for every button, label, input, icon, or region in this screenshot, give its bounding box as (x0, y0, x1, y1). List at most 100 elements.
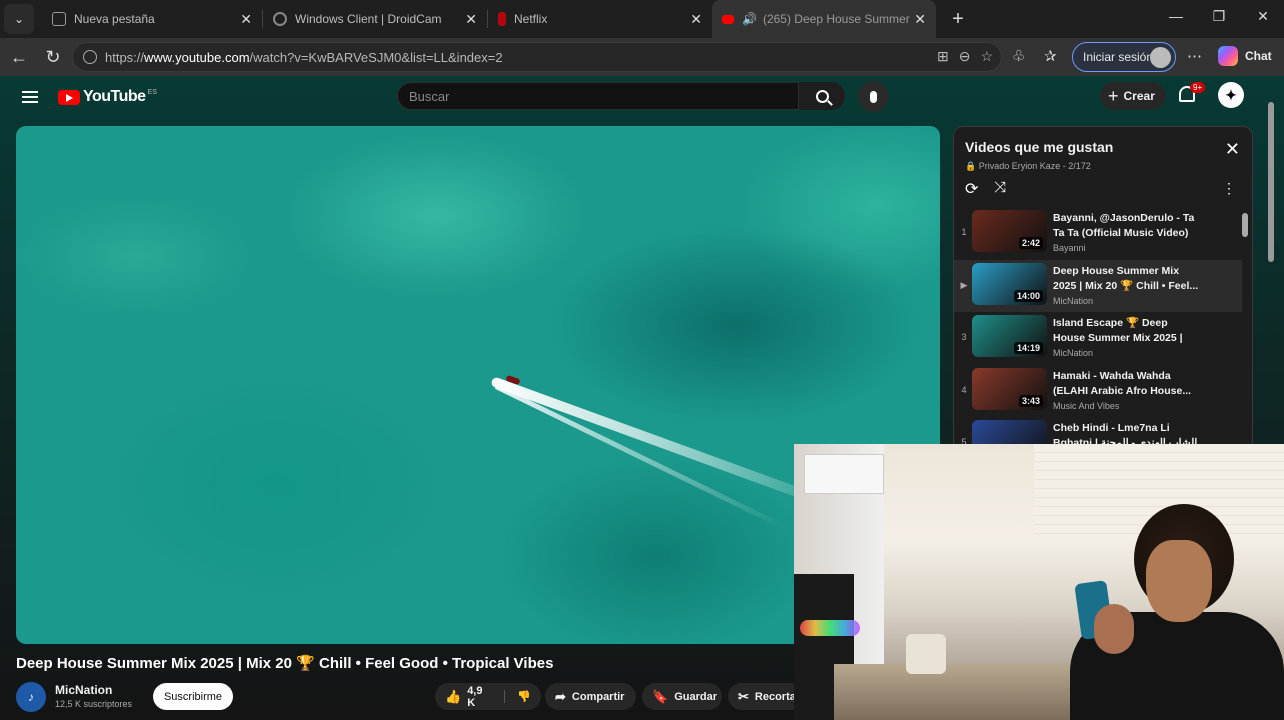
browser-essentials-icon[interactable]: ♧ (1012, 47, 1025, 65)
logo-country: ES (147, 88, 157, 96)
playlist-video-title[interactable]: Deep House Summer Mix 2025 | Mix 20 🏆 Ch… (1053, 264, 1201, 294)
save-button[interactable]: 🔖 Guardar (642, 683, 722, 710)
more-options-icon[interactable]: ⋯ (1187, 47, 1202, 65)
search-input[interactable]: Buscar (397, 82, 799, 110)
playlist-video-title[interactable]: Island Escape 🏆 Deep House Summer Mix 20… (1053, 316, 1201, 346)
loop-icon[interactable]: ⟳ (965, 179, 978, 199)
create-button[interactable]: + Crear (1100, 82, 1166, 110)
tab-droidcam[interactable]: Windows Client | DroidCam ✕ (263, 0, 487, 38)
tab-title: (265) Deep House Summer Mi (762, 12, 913, 26)
browser-tab-strip: ⌄ Nueva pestaña ✕ Windows Client | Droid… (0, 0, 1284, 38)
playlist-index: 4 (961, 384, 967, 395)
rgb-light (800, 620, 860, 636)
page-icon (52, 12, 66, 26)
netflix-icon (498, 12, 506, 26)
playlist-panel: Videos que me gustan 🔒 Privado Eryion Ka… (953, 126, 1253, 446)
address-bar[interactable]: https://www.youtube.com/watch?v=KwBARVeS… (72, 42, 1002, 72)
voice-search-button[interactable] (858, 81, 889, 112)
chevron-down-icon: ⌄ (13, 12, 25, 26)
shuffle-icon[interactable]: ⤨ (994, 179, 1006, 196)
thumbs-down-icon[interactable]: 👎 (504, 690, 531, 703)
person-face (1146, 540, 1212, 622)
like-button[interactable]: 👍 4,9 K 👎 (435, 683, 541, 710)
playlist-item[interactable]: 5 Cheb Hindi - Lme7na Li Bghatni | الشاب … (954, 417, 1242, 445)
playlist-item[interactable]: 3 14:19 Island Escape 🏆 Deep House Summer … (954, 312, 1242, 365)
playlist-title[interactable]: Videos que me gustan (965, 139, 1113, 155)
mug (906, 634, 946, 674)
save-label: Guardar (674, 690, 717, 703)
app-available-icon[interactable]: ⊞ (937, 48, 949, 65)
playlist-scrollbar[interactable] (1242, 213, 1248, 237)
playlist-meta-text: Privado Eryion Kaze - 2/172 (978, 161, 1091, 171)
playlist-video-title[interactable]: Hamaki - Wahda Wahda (ELAHI Arabic Afro … (1053, 369, 1201, 399)
site-info-icon[interactable] (83, 50, 97, 64)
channel-name[interactable]: MicNation (55, 683, 112, 697)
window-close-button[interactable]: ✕ (1251, 8, 1275, 25)
playlist-index: 3 (961, 332, 967, 342)
video-thumbnail[interactable] (972, 420, 1047, 445)
video-thumbnail[interactable]: 2:42 (972, 210, 1047, 252)
playlist-index: ▶ (960, 279, 968, 290)
video-duration: 2:42 (1018, 237, 1043, 249)
bookmark-icon: 🔖 (652, 688, 669, 704)
minimize-button[interactable]: — (1164, 8, 1188, 24)
share-button[interactable]: ➦ Compartir (545, 683, 636, 710)
tab-youtube[interactable]: 🔊 (265) Deep House Summer Mi ✕ (712, 0, 936, 38)
droidcam-icon (273, 12, 287, 26)
video-duration: 14:19 (1013, 342, 1043, 354)
playlist-video-channel[interactable]: MicNation (1053, 296, 1093, 306)
favorite-star-icon[interactable]: ☆ (980, 48, 993, 65)
playlist-video-title[interactable]: Cheb Hindi - Lme7na Li Bghatni | الشاب ا… (1053, 421, 1201, 445)
notification-badge: 9+ (1190, 82, 1206, 93)
share-label: Compartir (571, 690, 625, 703)
playlist-video-channel[interactable]: Bayanni (1053, 243, 1086, 253)
playlist-video-title[interactable]: Bayanni, @JasonDerulo - Ta Ta Ta (Offici… (1053, 211, 1201, 241)
reload-button[interactable]: ↻ (36, 47, 70, 68)
like-count: 4,9 K (467, 684, 483, 709)
tab-actions-menu-button[interactable]: ⌄ (4, 4, 34, 34)
boat-wake-secondary (494, 384, 785, 530)
restore-button[interactable]: ❐ (1207, 8, 1231, 25)
close-icon[interactable]: ✕ (914, 11, 926, 28)
url-host: www.youtube.com (144, 49, 250, 65)
tab-new-tab[interactable]: Nueva pestaña ✕ (42, 0, 262, 38)
copilot-chat-button[interactable]: Chat (1218, 46, 1272, 66)
speaker-icon[interactable]: 🔊 (742, 12, 757, 26)
page-scrollbar[interactable] (1268, 84, 1276, 274)
video-title: Deep House Summer Mix 2025 | Mix 20 🏆 Ch… (16, 655, 554, 672)
plus-icon: + (1108, 85, 1119, 106)
address-bar-actions: ⊞ ⊖ ☆ (937, 48, 993, 65)
tab-netflix[interactable]: Netflix ✕ (488, 0, 712, 38)
playlist-item[interactable]: 4 3:43 Hamaki - Wahda Wahda (ELAHI Arabic … (954, 365, 1242, 418)
close-icon[interactable]: ✕ (465, 11, 477, 28)
logo-text: YouTube (83, 88, 146, 105)
close-icon[interactable]: ✕ (240, 11, 252, 28)
zoom-icon[interactable]: ⊖ (959, 48, 971, 65)
video-thumbnail[interactable]: 3:43 (972, 367, 1047, 410)
close-icon[interactable]: ✕ (1225, 139, 1240, 160)
hamburger-menu-icon[interactable] (22, 88, 38, 106)
signin-button[interactable]: Iniciar sesión (1072, 42, 1176, 72)
playlist-meta: 🔒 Privado Eryion Kaze - 2/172 (965, 161, 1091, 171)
youtube-icon (722, 14, 734, 24)
playlist-item[interactable]: ▶ 14:00 Deep House Summer Mix 2025 | Mix 2… (954, 259, 1242, 312)
thumbs-up-icon: 👍 (445, 688, 462, 704)
playlist-video-channel[interactable]: Music And Vibes (1053, 401, 1119, 411)
search-button[interactable] (799, 82, 845, 110)
close-icon[interactable]: ✕ (690, 11, 702, 28)
account-avatar[interactable]: ✦ (1218, 82, 1244, 108)
playlist-item[interactable]: 1 2:42 Bayanni, @JasonDerulo - Ta Ta Ta (O… (954, 207, 1242, 260)
new-tab-button[interactable]: + (946, 8, 970, 31)
clip-label: Recorta (754, 690, 796, 703)
back-button[interactable]: ← (2, 47, 36, 68)
channel-avatar[interactable]: ♪ (16, 682, 46, 712)
video-thumbnail[interactable]: 14:19 (972, 315, 1047, 357)
favorites-icon[interactable]: ✰ (1044, 47, 1057, 65)
more-vert-icon[interactable]: ⋮ (1222, 180, 1236, 197)
playlist-video-channel[interactable]: MicNation (1053, 348, 1093, 358)
video-thumbnail[interactable]: 14:00 (972, 262, 1047, 305)
subscribe-button[interactable]: Suscribirme (153, 683, 233, 710)
copilot-icon (1218, 46, 1238, 66)
youtube-logo[interactable]: YouTube ES (58, 88, 157, 106)
scrollbar-thumb[interactable] (1268, 102, 1274, 262)
